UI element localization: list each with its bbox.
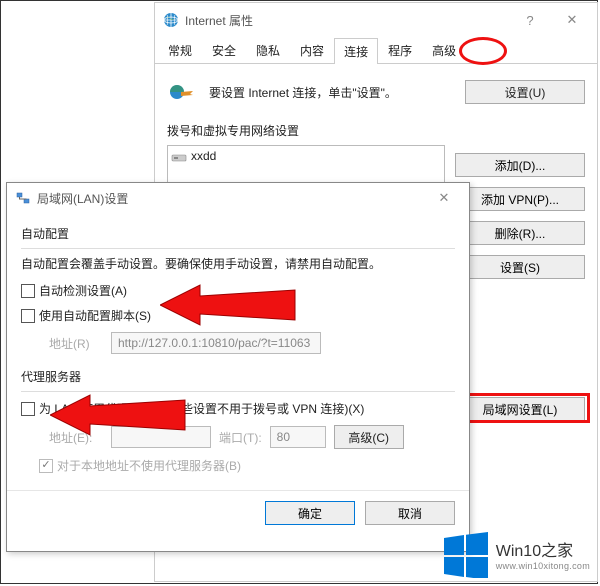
lan-settings-button[interactable]: 局域网设置(L) (455, 397, 585, 421)
script-url-input[interactable]: http://127.0.0.1:10810/pac/?t=11063 (111, 332, 321, 354)
window-controls: ? ✕ (509, 6, 593, 34)
divider (21, 248, 455, 249)
proxy-address-row: 地址(E): 端口(T): 80 高级(C) (49, 425, 455, 449)
connection-buttons: 添加(D)... 添加 VPN(P)... 删除(R)... 设置(S) (455, 153, 585, 279)
lan-settings-dialog: 局域网(LAN)设置 ✕ 自动配置 自动配置会覆盖手动设置。要确保使用手动设置，… (6, 182, 470, 552)
bypass-local-label: 对于本地地址不使用代理服务器(B) (57, 457, 241, 474)
proxy-port-label: 端口(T): (219, 429, 262, 446)
proxy-advanced-button[interactable]: 高级(C) (334, 425, 404, 449)
proxy-port-input[interactable]: 80 (270, 426, 326, 448)
group-proxy-label: 代理服务器 (21, 368, 455, 385)
window-title: Internet 属性 (185, 12, 509, 29)
connection-wizard-icon (167, 81, 197, 103)
child-titlebar: 局域网(LAN)设置 ✕ (7, 183, 469, 213)
cancel-button[interactable]: 取消 (365, 501, 455, 525)
child-close-button[interactable]: ✕ (423, 184, 465, 212)
tab-programs[interactable]: 程序 (378, 37, 422, 63)
setup-button[interactable]: 设置(U) (465, 80, 585, 104)
watermark-text: Win10之家 www.win10xitong.com (496, 537, 590, 571)
use-proxy-label: 为 LAN 使用代理服务器(这些设置不用于拨号或 VPN 连接)(X) (39, 400, 364, 417)
setup-row: 要设置 Internet 连接，单击"设置"。 设置(U) (167, 80, 585, 104)
tab-general[interactable]: 常规 (158, 37, 202, 63)
dial-section-label: 拨号和虚拟专用网络设置 (167, 122, 585, 139)
tab-security[interactable]: 安全 (202, 37, 246, 63)
checkbox-auto-detect[interactable] (21, 284, 35, 298)
close-button[interactable]: ✕ (551, 6, 593, 34)
tab-advanced[interactable]: 高级 (422, 37, 466, 63)
windows-logo-icon (442, 530, 490, 578)
use-script-label: 使用自动配置脚本(S) (39, 307, 151, 324)
proxy-addr-label: 地址(E): (49, 429, 103, 446)
group-auto-label: 自动配置 (21, 225, 455, 242)
tab-privacy[interactable]: 隐私 (246, 37, 290, 63)
bypass-local-row: 对于本地地址不使用代理服务器(B) (39, 457, 455, 474)
use-proxy-row[interactable]: 为 LAN 使用代理服务器(这些设置不用于拨号或 VPN 连接)(X) (21, 400, 455, 417)
list-item[interactable]: xxdd (171, 149, 441, 163)
divider (21, 391, 455, 392)
network-icon (15, 190, 31, 206)
list-item-label: xxdd (191, 149, 216, 163)
checkbox-use-proxy[interactable] (21, 402, 35, 416)
checkbox-use-script[interactable] (21, 309, 35, 323)
add-vpn-button[interactable]: 添加 VPN(P)... (455, 187, 585, 211)
auto-detect-row[interactable]: 自动检测设置(A) (21, 282, 455, 299)
auto-detect-label: 自动检测设置(A) (39, 282, 127, 299)
globe-icon (163, 12, 179, 28)
watermark-url: www.win10xitong.com (496, 561, 590, 571)
remove-button[interactable]: 删除(R)... (455, 221, 585, 245)
add-button[interactable]: 添加(D)... (455, 153, 585, 177)
help-button[interactable]: ? (509, 6, 551, 34)
proxy-address-input[interactable] (111, 426, 211, 448)
tab-content[interactable]: 内容 (290, 37, 334, 63)
tab-connections[interactable]: 连接 (334, 38, 378, 64)
tab-bar: 常规 安全 隐私 内容 连接 程序 高级 (155, 37, 597, 64)
ok-button[interactable]: 确定 (265, 501, 355, 525)
watermark: Win10之家 www.win10xitong.com (442, 530, 590, 578)
script-address-row: 地址(R) http://127.0.0.1:10810/pac/?t=1106… (49, 332, 455, 354)
child-body: 自动配置 自动配置会覆盖手动设置。要确保使用手动设置，请禁用自动配置。 自动检测… (7, 213, 469, 490)
auto-config-help: 自动配置会覆盖手动设置。要确保使用手动设置，请禁用自动配置。 (21, 255, 455, 272)
checkbox-bypass-local (39, 459, 53, 473)
child-window-title: 局域网(LAN)设置 (37, 190, 423, 207)
dialog-buttons: 确定 取消 (7, 490, 469, 535)
setup-description: 要设置 Internet 连接，单击"设置"。 (209, 84, 465, 101)
settings-button[interactable]: 设置(S) (455, 255, 585, 279)
address-label: 地址(R) (49, 335, 103, 352)
use-script-row[interactable]: 使用自动配置脚本(S) (21, 307, 455, 324)
modem-icon (171, 149, 187, 163)
titlebar: Internet 属性 ? ✕ (155, 3, 597, 37)
watermark-brand: Win10之家 (496, 537, 590, 561)
